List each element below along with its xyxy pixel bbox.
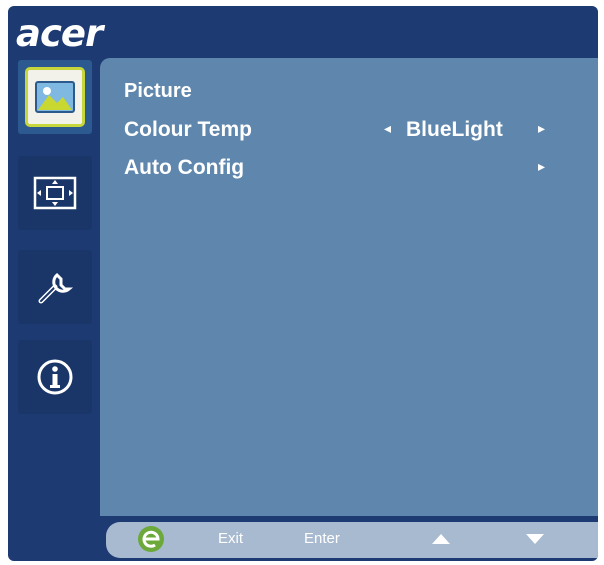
right-arrow-icon[interactable]: ▸: [538, 120, 545, 137]
tab-picture[interactable]: [18, 60, 92, 134]
info-icon: [37, 359, 73, 395]
up-arrow-icon[interactable]: [432, 534, 450, 544]
picture-panel: Picture Colour Temp ◂ BlueLight ▸ Auto C…: [100, 58, 598, 516]
acer-logo: acer: [16, 12, 103, 55]
right-arrow-icon[interactable]: ▸: [538, 158, 545, 175]
auto-config-label: Auto Config: [124, 156, 245, 179]
exit-button[interactable]: Exit: [218, 530, 243, 547]
settings-wrench-icon: [38, 272, 74, 304]
position-icon: [33, 176, 77, 210]
tab-settings[interactable]: [18, 250, 92, 324]
menu-row-auto-config[interactable]: Auto Config ▸: [124, 156, 594, 188]
picture-icon: [35, 81, 75, 113]
tab-position[interactable]: [18, 156, 92, 230]
osd-menu: acer Picture Colour Temp ◂ BlueLight ▸ A…: [8, 6, 598, 561]
colour-temp-label: Colour Temp: [124, 118, 252, 141]
tab-picture-frame: [25, 67, 85, 127]
footer-bar: Exit Enter: [106, 522, 598, 558]
down-arrow-icon[interactable]: [526, 534, 544, 544]
sidebar: [16, 60, 98, 518]
tab-information[interactable]: [18, 340, 92, 414]
enter-button[interactable]: Enter: [304, 530, 340, 547]
menu-row-colour-temp[interactable]: Colour Temp ◂ BlueLight ▸: [124, 118, 594, 150]
colour-temp-value: BlueLight: [406, 118, 503, 141]
left-arrow-icon[interactable]: ◂: [384, 120, 391, 137]
e-logo-icon[interactable]: [136, 524, 166, 554]
panel-title: Picture: [124, 80, 192, 102]
